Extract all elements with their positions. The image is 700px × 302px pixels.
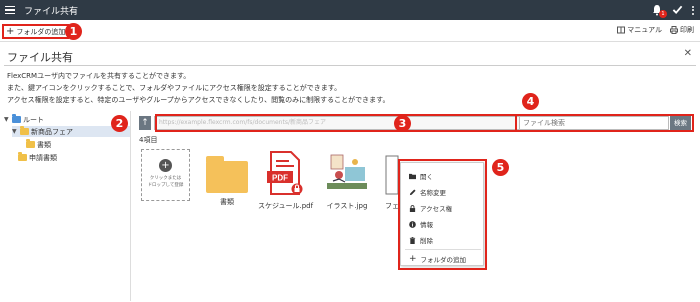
callout-marker-2: 2 — [111, 115, 128, 132]
check-icon[interactable] — [672, 4, 683, 17]
callout-marker-5: 5 — [492, 159, 509, 176]
description-line: FlexCRMユーザ内でファイルを共有することができます。 — [7, 72, 191, 80]
tree-item-documents[interactable]: 書類 — [26, 139, 51, 150]
caret-down-icon[interactable]: ▼ — [4, 116, 10, 123]
folder-icon — [26, 139, 35, 148]
add-folder-label: フォルダの追加 — [16, 27, 66, 36]
callout-marker-4: 4 — [522, 93, 539, 110]
close-icon[interactable]: ✕ — [684, 48, 692, 59]
path-highlight — [155, 114, 525, 132]
notification-bell-icon[interactable]: 1 — [651, 4, 667, 18]
file-name: イラスト.jpg — [326, 202, 368, 210]
folder-icon — [206, 156, 248, 193]
plus-icon: + — [159, 159, 172, 172]
tree-item-label: 申請書類 — [29, 153, 57, 162]
tree-item-label: 書類 — [37, 140, 51, 149]
notification-badge: 1 — [659, 10, 667, 18]
tree-item-label: ルート — [23, 115, 44, 124]
folder-tree: ▼ ルート ▼ 新商品フェア 書類 申請書類 — [2, 111, 131, 301]
document-icon — [385, 155, 399, 195]
pdf-file-icon: PDF — [267, 151, 303, 195]
tree-item-applications[interactable]: 申請書類 — [18, 152, 57, 163]
callout-marker-3: 3 — [394, 115, 411, 132]
description-line: また、鍵アイコンをクリックすることで、フォルダやファイルにアクセス権限を設定する… — [7, 84, 342, 92]
manual-link[interactable]: マニュアル — [617, 25, 662, 35]
book-icon — [617, 26, 626, 34]
file-name: スケジュール.pdf — [258, 202, 314, 210]
svg-text:PDF: PDF — [272, 174, 288, 183]
callout-marker-1: 1 — [65, 23, 82, 40]
tree-item-root[interactable]: ▼ ルート — [4, 114, 44, 125]
file-name: 書類 — [220, 198, 234, 206]
divider — [4, 65, 696, 66]
context-menu-highlight — [398, 159, 487, 270]
menu-icon[interactable] — [0, 0, 20, 20]
printer-icon — [670, 26, 678, 34]
file-item-folder[interactable]: 書類 — [205, 156, 249, 207]
page-title: ファイル共有 — [7, 51, 73, 64]
search-highlight — [515, 114, 694, 132]
print-link[interactable]: 印刷 — [670, 25, 694, 35]
up-arrow-button[interactable]: ↑ — [139, 116, 151, 130]
caret-down-icon[interactable]: ▼ — [12, 128, 18, 135]
image-thumbnail — [325, 151, 369, 195]
dropzone-text: ドロップして登録 — [147, 183, 184, 188]
folder-icon — [18, 152, 27, 161]
file-item-image[interactable]: イラスト.jpg — [321, 151, 373, 211]
toolbar: + フォルダの追加 マニュアル 印刷 — [0, 20, 700, 42]
description-line: アクセス権限を設定すると、特定のユーザやグループからアクセスできなくしたり、閲覧… — [7, 96, 390, 104]
file-item-pdf[interactable]: PDF スケジュール.pdf — [258, 151, 314, 211]
tree-item-label: 新商品フェア — [31, 127, 73, 136]
folder-icon — [12, 114, 21, 123]
app-header: ファイル共有 1 — [0, 0, 700, 20]
plus-icon: + — [6, 25, 15, 37]
dropzone-text: クリックまたは — [149, 176, 182, 181]
folder-open-icon — [20, 126, 29, 135]
print-label: 印刷 — [680, 26, 694, 34]
add-folder-button[interactable]: + フォルダの追加 — [2, 24, 70, 39]
upload-dropzone[interactable]: + クリックまたは ドロップして登録 — [141, 149, 190, 201]
more-menu-icon[interactable] — [692, 5, 694, 15]
item-count: 4項目 — [139, 136, 158, 144]
manual-label: マニュアル — [627, 26, 662, 34]
app-title: ファイル共有 — [24, 6, 79, 17]
